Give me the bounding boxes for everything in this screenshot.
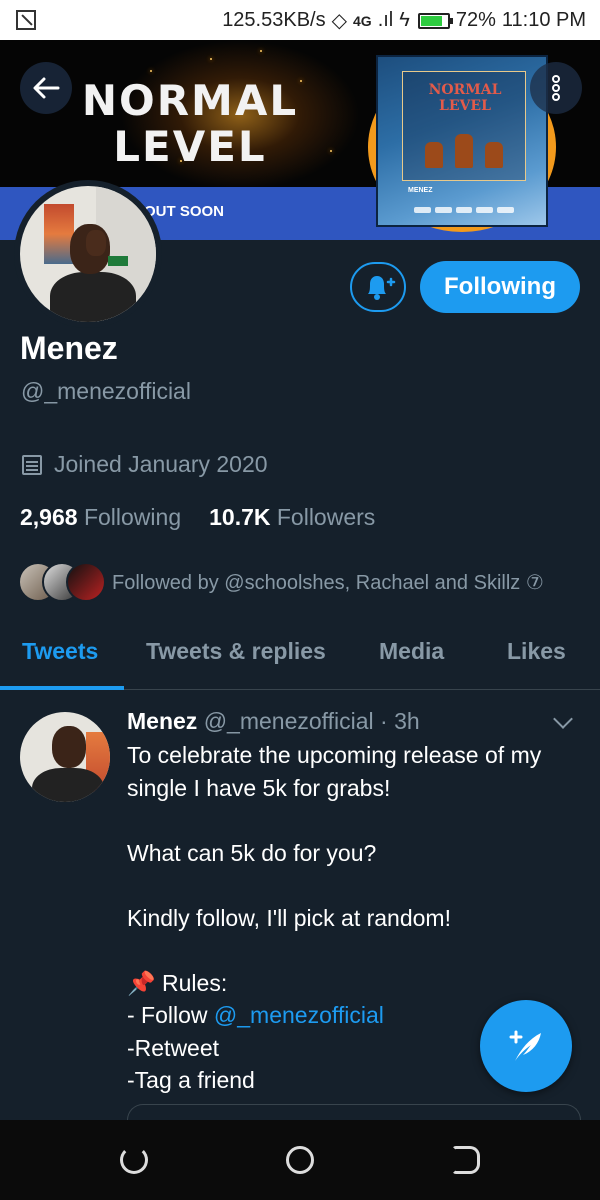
recents-button[interactable] (120, 1146, 148, 1174)
banner-title: NORMAL LEVEL (40, 78, 340, 170)
screenshot-icon (16, 10, 36, 30)
joined-text: Joined January 2020 (54, 451, 268, 477)
system-nav-bar (0, 1120, 600, 1200)
back-nav-button[interactable] (452, 1146, 480, 1174)
signal-icon: .ıl (377, 9, 394, 31)
avatar (66, 562, 106, 602)
tweet-blank-line (127, 934, 587, 967)
followers-count: 10.7K (209, 504, 271, 530)
tweet-line: What can 5k do for you? (127, 839, 377, 866)
tweet-blank-line (127, 804, 587, 837)
banner-spark (260, 50, 262, 52)
profile-avatar[interactable] (14, 180, 162, 328)
hotspot-icon: ◇ (331, 10, 347, 32)
back-button[interactable] (20, 62, 72, 114)
tweet-line: single I have 5k for grabs! (127, 774, 391, 801)
chevron-down-icon[interactable] (553, 709, 573, 729)
following-stat[interactable]: 2,968 Following (20, 504, 181, 531)
album-services (414, 207, 514, 215)
follower-avatars (18, 562, 106, 602)
active-tab-indicator (0, 686, 124, 690)
feather-plus-icon (509, 1030, 541, 1061)
profile-name: Menez (20, 330, 118, 366)
profile-handle: @_menezofficial (21, 378, 191, 404)
tab-tweets-replies[interactable]: Tweets & replies (146, 638, 326, 665)
tweet-blank-line (127, 869, 587, 902)
bottle-icon (485, 142, 503, 168)
banner-spark (150, 70, 152, 72)
bottle-icon (455, 134, 473, 168)
more-options-button[interactable] (530, 62, 582, 114)
tab-media[interactable]: Media (379, 638, 444, 665)
charging-icon: ϟ (399, 9, 410, 31)
home-button[interactable] (286, 1146, 314, 1174)
tweet-line: Kindly follow, I'll pick at random! (127, 904, 451, 931)
status-indicators: 125.53KB/s ◇ 4G .ıl ϟ 72% 11:10 PM (222, 8, 586, 33)
clock: 11:10 PM (501, 9, 586, 31)
bell-plus-icon (368, 276, 396, 300)
following-count: 2,968 (20, 504, 78, 530)
tab-tweets[interactable]: Tweets (22, 638, 98, 665)
tweet-line: To celebrate the upcoming release of my (127, 742, 542, 768)
network-type: 4G (353, 12, 372, 29)
followers-label: Followers (276, 504, 376, 530)
more-vertical-icon (552, 74, 560, 102)
avatar-image (20, 186, 156, 322)
pushpin-icon: 📌 (127, 969, 156, 996)
banner-title-line1: NORMAL (81, 76, 299, 125)
album-title: NORMAL LEVEL (428, 82, 502, 114)
joined-date: Joined January 2020 (22, 451, 268, 478)
following-label: Following (83, 504, 182, 530)
tweet-meta: @_menezofficial · 3h (203, 708, 420, 734)
banner-strip-text: OUT SOON (144, 203, 225, 220)
banner-spark (210, 58, 212, 60)
calendar-icon (22, 454, 42, 475)
notifications-bell-button[interactable] (350, 262, 406, 312)
followed-by[interactable]: Followed by @schoolshes, Rachael and Ski… (18, 562, 544, 602)
album-artist: MENEZ (408, 187, 433, 194)
banner-title-line2: LEVEL (113, 122, 267, 171)
compose-tweet-button[interactable] (480, 1000, 572, 1092)
battery-icon (417, 12, 453, 29)
tweet-rule1-prefix: - Follow (127, 1002, 214, 1028)
tweet-author-name[interactable]: Menez (127, 708, 197, 734)
battery-percent: 72% (455, 9, 496, 31)
network-speed: 125.53KB/s (222, 9, 326, 31)
tweet-mention-link[interactable]: @_menezofficial (214, 1002, 384, 1028)
bottle-icon (425, 142, 443, 168)
following-button[interactable]: Following (420, 261, 580, 313)
followers-stat[interactable]: 10.7K Followers (209, 504, 375, 531)
arrow-left-icon (33, 77, 60, 99)
tweet-rules-line: 📌 Rules: (127, 967, 587, 1000)
status-bar: 125.53KB/s ◇ 4G .ıl ϟ 72% 11:10 PM (0, 0, 600, 40)
tweet-header: Menez @_menezofficial · 3h (127, 708, 420, 735)
tweet-avatar[interactable] (20, 712, 110, 802)
follow-stats: 2,968 Following 10.7K Followers (20, 504, 375, 531)
profile-tabs: Tweets Tweets & replies Media Likes (0, 620, 600, 690)
album-frame: NORMAL LEVEL (402, 71, 526, 181)
followed-by-text: Followed by @schoolshes, Rachael and Ski… (112, 571, 544, 594)
tab-likes[interactable]: Likes (507, 638, 566, 665)
tweet-rules-label: Rules: (155, 969, 228, 996)
album-cover: NORMAL LEVEL MENEZ (376, 55, 548, 227)
